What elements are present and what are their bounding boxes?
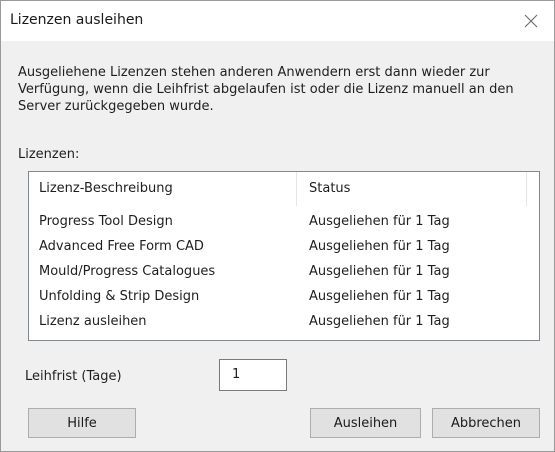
license-status: Ausgeliehen für 1 Tag [309, 314, 450, 329]
license-status: Ausgeliehen für 1 Tag [309, 264, 450, 279]
license-description: Unfolding & Strip Design [39, 289, 200, 304]
list-row[interactable]: Unfolding & Strip Design Ausgeliehen für… [29, 284, 539, 309]
list-row[interactable]: Mould/Progress Catalogues Ausgeliehen fü… [29, 259, 539, 284]
license-description: Lizenz ausleihen [39, 314, 147, 329]
loan-period-label: Leihfrist (Tage) [25, 369, 122, 384]
borrow-button[interactable]: Ausleihen [310, 408, 421, 438]
help-button[interactable]: Hilfe [28, 408, 136, 438]
close-icon [524, 14, 538, 28]
license-description: Mould/Progress Catalogues [39, 264, 216, 279]
licenses-label: Lizenzen: [18, 147, 80, 162]
license-status: Ausgeliehen für 1 Tag [309, 214, 450, 229]
loan-period-input[interactable]: 1 [219, 359, 287, 391]
license-description: Advanced Free Form CAD [39, 239, 204, 254]
column-header-status[interactable]: Status [297, 172, 527, 206]
list-row[interactable]: Advanced Free Form CAD Ausgeliehen für 1… [29, 234, 539, 259]
license-status: Ausgeliehen für 1 Tag [309, 289, 450, 304]
cancel-button[interactable]: Abbrechen [432, 408, 540, 438]
list-row[interactable]: Progress Tool Design Ausgeliehen für 1 T… [29, 209, 539, 234]
list-header: Lizenz-Beschreibung Status [29, 172, 539, 206]
dialog-title: Lizenzen ausleihen [10, 12, 144, 28]
licenses-list[interactable]: Lizenz-Beschreibung Status Progress Tool… [28, 171, 540, 341]
license-status: Ausgeliehen für 1 Tag [309, 239, 450, 254]
title-bar: Lizenzen ausleihen [1, 1, 554, 41]
close-button[interactable] [508, 1, 554, 41]
license-description: Progress Tool Design [39, 214, 173, 229]
column-header-description[interactable]: Lizenz-Beschreibung [29, 172, 297, 206]
dialog-description: Ausgeliehene Lizenzen stehen anderen Anw… [18, 65, 514, 114]
borrow-licenses-dialog: Lizenzen ausleihen Ausgeliehene Lizenzen… [0, 0, 555, 452]
list-row[interactable]: Lizenz ausleihen Ausgeliehen für 1 Tag [29, 309, 539, 334]
